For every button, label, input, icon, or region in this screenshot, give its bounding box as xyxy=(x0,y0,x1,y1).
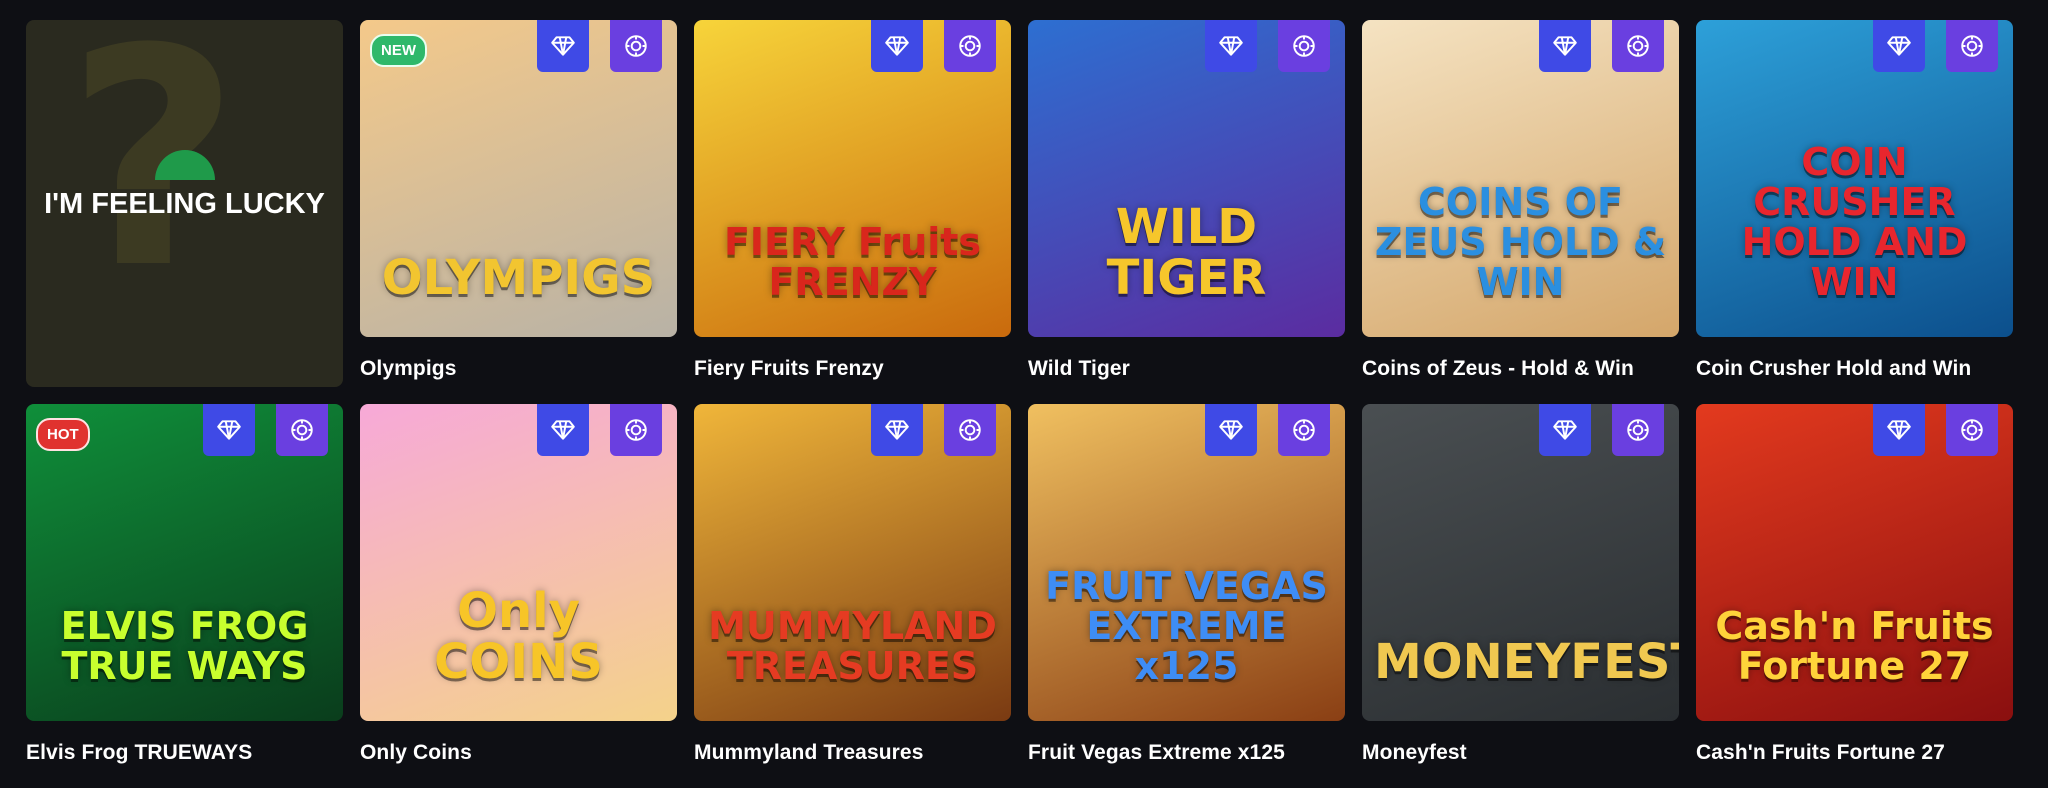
game-title[interactable]: Fiery Fruits Frenzy xyxy=(694,357,1011,381)
casino-chip-icon[interactable] xyxy=(1278,20,1330,72)
casino-chip-icon[interactable] xyxy=(1612,404,1664,456)
feature-badges xyxy=(1873,404,1998,456)
diamond-icon[interactable] xyxy=(871,20,923,72)
game-title[interactable]: Elvis Frog TRUEWAYS xyxy=(26,741,343,765)
game-thumbnail[interactable]: Cash'n Fruits Fortune 27 xyxy=(1696,404,2013,721)
casino-chip-icon[interactable] xyxy=(1278,404,1330,456)
game-art-title: COINS OF ZEUS HOLD & WIN xyxy=(1374,180,1667,305)
game-thumbnail[interactable]: FIERY Fruits FRENZY xyxy=(694,20,1011,337)
diamond-icon[interactable] xyxy=(203,404,255,456)
game-art-title: WILD TIGER xyxy=(1106,199,1267,306)
feature-badges xyxy=(537,404,662,456)
game-title[interactable]: Moneyfest xyxy=(1362,741,1679,765)
game-art-title: FIERY Fruits FRENZY xyxy=(723,220,982,305)
game-tile[interactable]: MUMMYLAND TREASURES Mummyland Treasures xyxy=(694,404,1011,788)
game-tile[interactable]: OLYMPIGS NEW Olympigs xyxy=(360,20,677,404)
casino-chip-icon[interactable] xyxy=(276,404,328,456)
casino-chip-icon[interactable] xyxy=(1612,20,1664,72)
game-art-title: Cash'n Fruits Fortune 27 xyxy=(1715,604,1994,689)
diamond-icon[interactable] xyxy=(1539,20,1591,72)
game-title[interactable]: Mummyland Treasures xyxy=(694,741,1011,765)
feature-badges xyxy=(1873,20,1998,72)
game-art-title: ELVIS FROG TRUE WAYS xyxy=(60,604,309,689)
game-tile[interactable]: Only COINS Only Coins xyxy=(360,404,677,788)
game-tile[interactable]: MONEYFEST Moneyfest xyxy=(1362,404,1679,788)
game-title[interactable]: Cash'n Fruits Fortune 27 xyxy=(1696,741,2013,765)
feature-badges xyxy=(1539,404,1664,456)
game-thumbnail[interactable]: Only COINS xyxy=(360,404,677,721)
game-tile[interactable]: COINS OF ZEUS HOLD & WIN Coins of Zeus - … xyxy=(1362,20,1679,404)
game-title[interactable]: Olympigs xyxy=(360,357,677,381)
feature-badges xyxy=(871,404,996,456)
diamond-icon[interactable] xyxy=(537,404,589,456)
game-tile[interactable]: FRUIT VEGAS EXTREME x125 Fruit Vegas Extr… xyxy=(1028,404,1345,788)
game-title[interactable]: Only Coins xyxy=(360,741,677,765)
feature-badges xyxy=(871,20,996,72)
game-tile[interactable]: ELVIS FROG TRUE WAYS HOT Elvis Frog TRUEWA… xyxy=(26,404,343,788)
diamond-icon[interactable] xyxy=(1873,20,1925,72)
game-art-title: Only COINS xyxy=(434,583,603,690)
game-thumbnail[interactable]: FRUIT VEGAS EXTREME x125 xyxy=(1028,404,1345,721)
feature-badges xyxy=(1539,20,1664,72)
game-title[interactable]: Wild Tiger xyxy=(1028,357,1345,381)
game-title[interactable]: Fruit Vegas Extreme x125 xyxy=(1028,741,1345,765)
casino-chip-icon[interactable] xyxy=(610,20,662,72)
game-art-title: MONEYFEST xyxy=(1374,633,1679,690)
casino-chip-icon[interactable] xyxy=(944,404,996,456)
question-mark-icon: ? xyxy=(66,20,241,334)
feeling-lucky-label: I'M FEELING LUCKY xyxy=(44,188,325,220)
feature-badges xyxy=(1205,404,1330,456)
game-art-title: OLYMPIGS xyxy=(381,249,656,306)
game-art-title: MUMMYLAND TREASURES xyxy=(708,604,997,689)
diamond-icon[interactable] xyxy=(1205,404,1257,456)
game-thumbnail[interactable]: OLYMPIGS NEW xyxy=(360,20,677,337)
game-thumbnail[interactable]: COIN CRUSHER HOLD AND WIN xyxy=(1696,20,2013,337)
diamond-icon[interactable] xyxy=(1873,404,1925,456)
game-tile[interactable]: FIERY Fruits FRENZY Fiery Fruits Frenzy xyxy=(694,20,1011,404)
hot-badge: HOT xyxy=(36,418,90,451)
feature-badges xyxy=(537,20,662,72)
game-tile[interactable]: Cash'n Fruits Fortune 27 Cash'n Fruits Fo… xyxy=(1696,404,2013,788)
game-thumbnail[interactable]: ELVIS FROG TRUE WAYS HOT xyxy=(26,404,343,721)
game-title[interactable]: Coins of Zeus - Hold & Win xyxy=(1362,357,1679,381)
game-art-title: COIN CRUSHER HOLD AND WIN xyxy=(1741,140,1968,305)
game-tile[interactable]: WILD TIGER Wild Tiger xyxy=(1028,20,1345,404)
feature-badges xyxy=(203,404,328,456)
game-thumbnail[interactable]: COINS OF ZEUS HOLD & WIN xyxy=(1362,20,1679,337)
diamond-icon[interactable] xyxy=(537,20,589,72)
game-tile[interactable]: COIN CRUSHER HOLD AND WIN Coin Crusher Ho… xyxy=(1696,20,2013,404)
game-thumbnail[interactable]: WILD TIGER xyxy=(1028,20,1345,337)
game-grid: ? I'M FEELING LUCKY OLYMPIGS NEW Olympigs F… xyxy=(26,20,2013,788)
game-title[interactable]: Coin Crusher Hold and Win xyxy=(1696,357,2013,381)
game-thumbnail[interactable]: MONEYFEST xyxy=(1362,404,1679,721)
diamond-icon[interactable] xyxy=(1205,20,1257,72)
casino-chip-icon[interactable] xyxy=(944,20,996,72)
new-badge: NEW xyxy=(370,34,427,67)
game-art-title: FRUIT VEGAS EXTREME x125 xyxy=(1045,564,1328,689)
feeling-lucky-tile[interactable]: ? I'M FEELING LUCKY xyxy=(26,20,343,404)
casino-chip-icon[interactable] xyxy=(610,404,662,456)
game-thumbnail[interactable]: MUMMYLAND TREASURES xyxy=(694,404,1011,721)
feature-badges xyxy=(1205,20,1330,72)
feeling-lucky-button[interactable]: ? I'M FEELING LUCKY xyxy=(26,20,343,387)
diamond-icon[interactable] xyxy=(1539,404,1591,456)
casino-chip-icon[interactable] xyxy=(1946,20,1998,72)
casino-chip-icon[interactable] xyxy=(1946,404,1998,456)
diamond-icon[interactable] xyxy=(871,404,923,456)
